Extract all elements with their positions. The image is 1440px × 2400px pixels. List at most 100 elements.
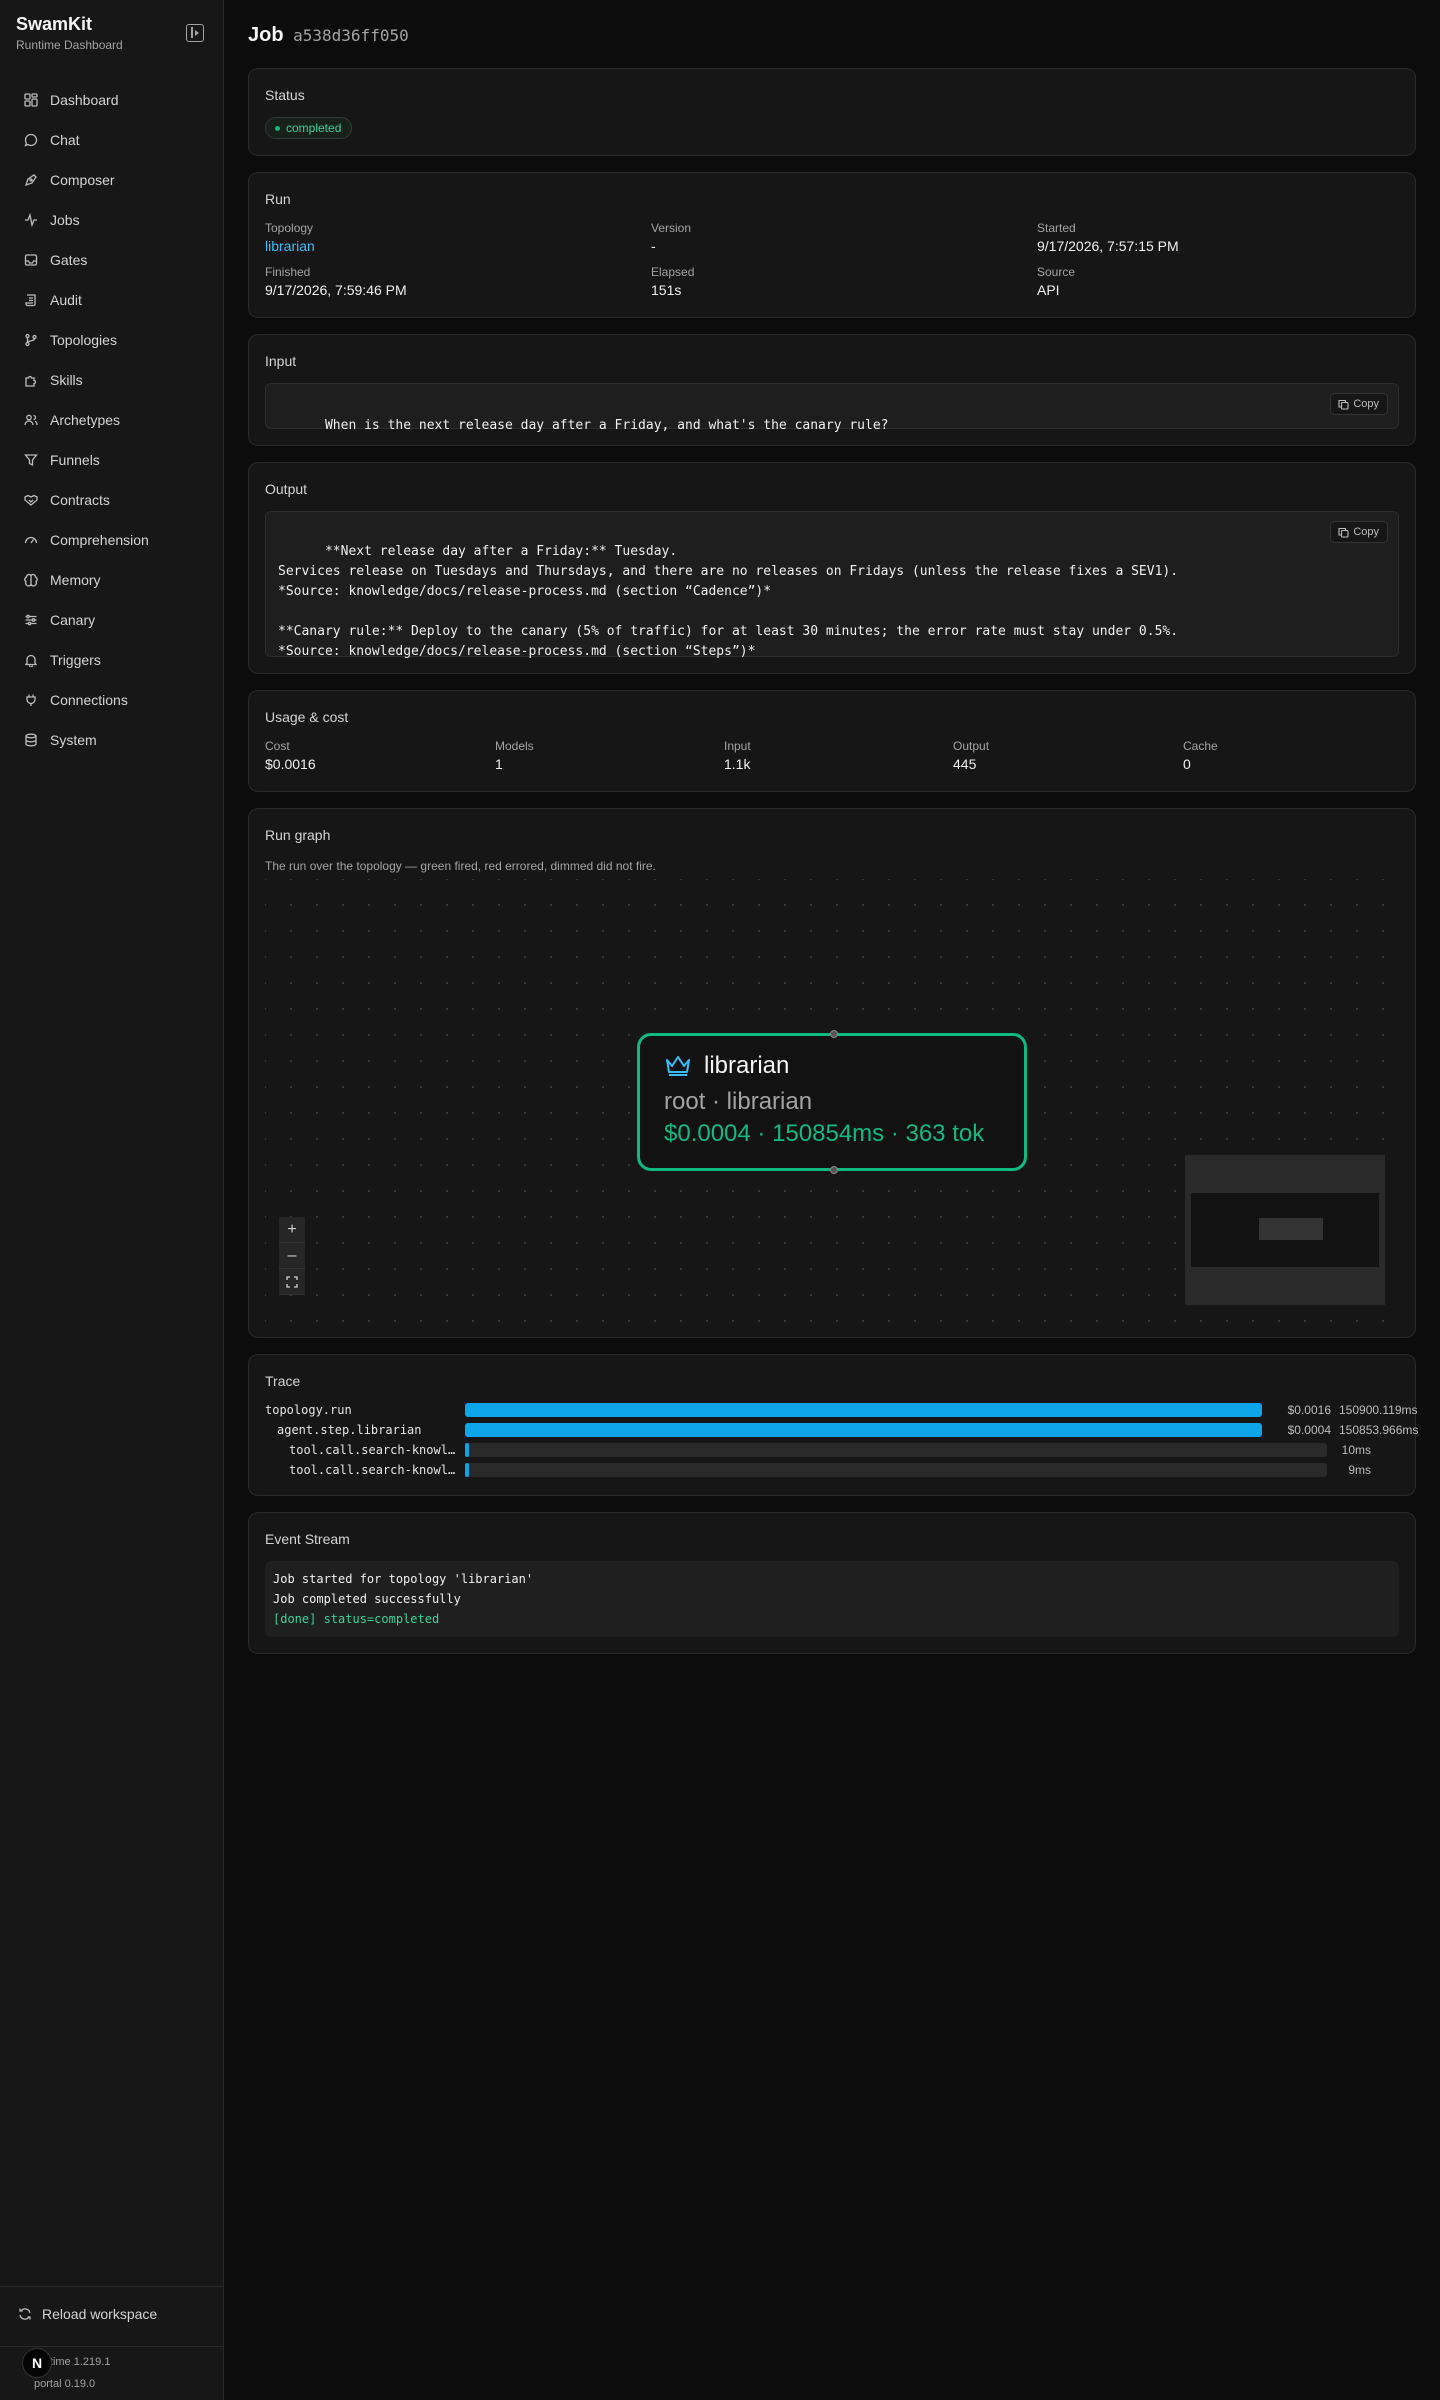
trace-duration: 9ms [1348, 1463, 1371, 1477]
chat-bubble-icon [24, 133, 38, 147]
sidebar-item-label: Connections [50, 692, 128, 708]
output-text-content: **Next release day after a Friday:** Tue… [278, 544, 1179, 659]
field-label: Input [724, 739, 751, 753]
input-text: When is the next release day after a Fri… [265, 383, 1399, 433]
gauge-icon [24, 533, 38, 547]
sidebar-item-label: Archetypes [50, 412, 121, 428]
reload-workspace-label: Reload workspace [42, 2306, 158, 2322]
sidebar-item-system[interactable]: System [12, 722, 212, 758]
trace-span-name: agent.step.librarian [277, 1423, 422, 1437]
input-text-content: When is the next release day after a Fri… [324, 418, 889, 433]
sidebar-item-gates[interactable]: Gates [12, 242, 212, 278]
field-value: 0 [1183, 756, 1191, 772]
card-title: Event Stream [265, 1531, 350, 1547]
trace-span-name: tool.call.search-knowledge [289, 1463, 459, 1477]
sidebar-item-chat[interactable]: Chat [12, 122, 212, 158]
users-icon [24, 413, 38, 427]
run-topology: Topology librarian [265, 221, 315, 254]
trace-bar [465, 1443, 469, 1457]
git-branch-icon [24, 333, 38, 347]
sidebar-item-contracts[interactable]: Contracts [12, 482, 212, 518]
avatar[interactable]: N [22, 2348, 52, 2378]
sidebar-item-archetypes[interactable]: Archetypes [12, 402, 212, 438]
page-title: Job a538d36ff050 [248, 24, 409, 47]
minimap-viewport [1191, 1193, 1379, 1267]
trace-bar [465, 1403, 1262, 1417]
graph-canvas[interactable]: librarian root · librarian $0.0004 · 150… [265, 879, 1399, 1329]
graph-caption: The run over the topology — green fired,… [265, 859, 656, 873]
usage-output: Output 445 [953, 739, 989, 772]
sidebar-collapse-icon[interactable] [186, 24, 204, 42]
field-label: Topology [265, 221, 314, 235]
pen-nib-icon [24, 173, 38, 187]
inbox-icon [24, 253, 38, 267]
node-subtitle: root · librarian [664, 1088, 813, 1115]
sidebar-item-dashboard[interactable]: Dashboard [12, 82, 212, 118]
status-badge: completed [265, 117, 353, 139]
field-label: Output [953, 739, 990, 753]
zoom-out-button[interactable]: – [279, 1243, 305, 1269]
refresh-icon [18, 2307, 32, 2321]
field-label: Cache [1183, 739, 1218, 753]
sidebar-item-canary[interactable]: Canary [12, 602, 212, 638]
trace-row[interactable]: topology.run $0.0016 150900.119ms [265, 1403, 1425, 1417]
sidebar-item-label: Topologies [50, 332, 117, 348]
puzzle-icon [24, 373, 38, 387]
sidebar-divider [0, 2286, 224, 2287]
sidebar-item-label: Comprehension [50, 532, 149, 548]
output-text: **Next release day after a Friday:** Tue… [265, 511, 1399, 659]
sidebar-item-comprehension[interactable]: Comprehension [12, 522, 212, 558]
card-title: Trace [265, 1373, 301, 1389]
trace-bar [465, 1423, 1262, 1437]
trace-row[interactable]: agent.step.librarian $0.0004 150853.966ms [265, 1423, 1425, 1437]
sidebar-item-topologies[interactable]: Topologies [12, 322, 212, 358]
zoom-in-button[interactable]: + [279, 1217, 305, 1243]
reload-workspace-button[interactable]: Reload workspace [18, 2306, 157, 2322]
sidebar-item-funnels[interactable]: Funnels [12, 442, 212, 478]
copy-output-button[interactable]: Copy [1330, 521, 1388, 543]
sidebar-item-label: Contracts [50, 492, 110, 508]
sidebar-item-audit[interactable]: Audit [12, 282, 212, 318]
sidebar-item-skills[interactable]: Skills [12, 362, 212, 398]
graph-node-librarian[interactable]: librarian root · librarian $0.0004 · 150… [637, 1030, 1027, 1174]
node-handle-top[interactable] [830, 1030, 838, 1038]
sidebar-item-triggers[interactable]: Triggers [12, 642, 212, 678]
trace-row[interactable]: tool.call.search-knowledge 10ms [265, 1443, 1425, 1457]
sidebar-item-composer[interactable]: Composer [12, 162, 212, 198]
field-label: Models [495, 739, 534, 753]
field-value: 445 [953, 756, 977, 772]
field-value: $0.0016 [265, 756, 316, 772]
copy-label: Copy [1353, 526, 1379, 538]
sidebar-item-jobs[interactable]: Jobs [12, 202, 212, 238]
usage-cache: Cache 0 [1183, 739, 1218, 772]
field-value: API [1037, 282, 1060, 298]
minimap-node [1259, 1218, 1323, 1240]
card-title: Usage & cost [265, 709, 349, 725]
field-label: Elapsed [651, 265, 695, 279]
database-icon [24, 733, 38, 747]
sidebar-item-memory[interactable]: Memory [12, 562, 212, 598]
fit-view-button[interactable] [279, 1269, 305, 1295]
card-title: Run graph [265, 827, 331, 843]
sidebar-item-label: Gates [50, 252, 88, 268]
status-card: Status completed [248, 68, 1416, 156]
brand: SwamKit Runtime Dashboard [16, 14, 123, 52]
sidebar-item-connections[interactable]: Connections [12, 682, 212, 718]
sidebar-item-label: Jobs [50, 212, 80, 228]
bell-icon [24, 653, 38, 667]
brand-subtitle: Runtime Dashboard [16, 38, 123, 52]
graph-minimap[interactable] [1185, 1155, 1385, 1305]
field-label: Started [1037, 221, 1076, 235]
node-handle-bottom[interactable] [830, 1166, 838, 1174]
field-value: 1.1k [724, 756, 751, 772]
usage-card: Usage & cost Cost $0.0016 Models 1 Input… [248, 690, 1416, 792]
field-value: - [651, 238, 656, 254]
copy-input-button[interactable]: Copy [1330, 393, 1388, 415]
sidebar-nav: Dashboard Chat Composer Jobs Gates Audit… [12, 82, 212, 762]
topology-link[interactable]: librarian [265, 238, 315, 254]
card-title: Output [265, 481, 308, 497]
scroll-icon [24, 293, 38, 307]
trace-row[interactable]: tool.call.search-knowledge 9ms [265, 1463, 1425, 1477]
plug-icon [24, 693, 38, 707]
node-metrics: $0.0004 · 150854ms · 363 tok [664, 1120, 985, 1147]
